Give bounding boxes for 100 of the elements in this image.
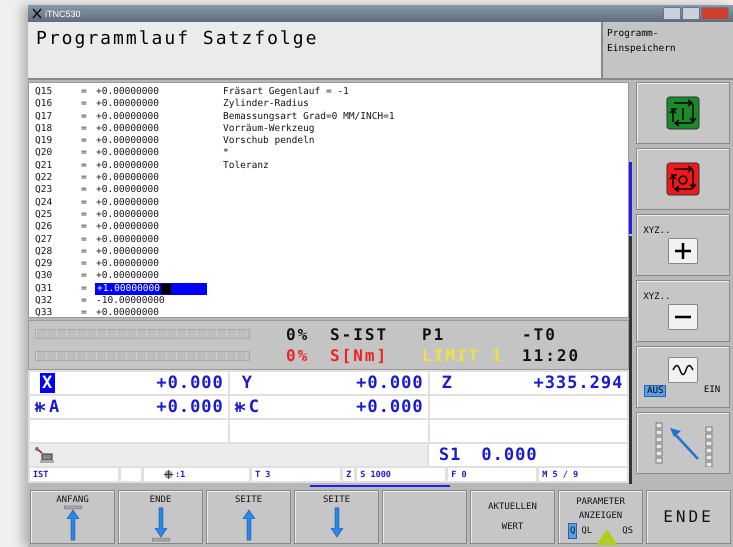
cycle-square-icon — [666, 96, 700, 130]
logo-icon — [32, 8, 42, 19]
toggle-softkey[interactable]: AUS EIN — [636, 346, 730, 408]
equals-sign: = — [81, 258, 88, 270]
status-text: 11:20 — [522, 346, 582, 365]
axis-label: A — [48, 397, 62, 417]
equals-sign: = — [81, 147, 88, 160]
clamp-icon — [34, 401, 46, 413]
parameter-name: Q27 — [35, 234, 54, 246]
softkey-label: XYZ.. — [643, 226, 670, 236]
axis-position: +0.000 — [156, 397, 224, 417]
axis-label: X — [40, 373, 56, 393]
equals-sign: = — [81, 98, 88, 111]
parameter-option[interactable]: Q — [568, 523, 578, 539]
parameter-name: Q23 — [35, 184, 54, 197]
status-text: S[Nm] — [330, 346, 390, 365]
minimize-button[interactable] — [663, 7, 681, 20]
status-text: LIMIT 1 — [422, 346, 504, 365]
spindle-value: 0.000 — [481, 445, 538, 465]
status-text: S-IST — [330, 325, 390, 344]
parameter-value: +0.00000000 — [95, 110, 160, 123]
equals-sign: = — [81, 122, 88, 136]
toggle-option[interactable]: AUS — [644, 385, 666, 397]
toggle-option[interactable]: EIN — [702, 385, 722, 397]
equals-sign: = — [81, 295, 88, 308]
empty-softkey[interactable] — [382, 490, 467, 544]
parameter-value: +0.00000000 — [95, 246, 160, 258]
softkey[interactable]: SEITE — [206, 490, 291, 544]
parameter-value: +0.00000000 — [95, 307, 160, 320]
softkey[interactable]: AKTUELLEN WERT — [470, 490, 555, 544]
parameter-value: +0.00000000 — [95, 196, 160, 209]
status-cell: IST — [30, 468, 118, 481]
parameter-name: Q21 — [35, 160, 54, 172]
status-cell: Z — [343, 468, 354, 481]
axis-minus-softkey[interactable]: XYZ.. — [636, 280, 730, 342]
equals-sign: = — [81, 110, 88, 123]
cycle-softkey[interactable] — [636, 82, 730, 144]
softkey[interactable]: ANFANG — [30, 490, 115, 544]
axis-label: C — [248, 397, 262, 417]
axis-plus-softkey[interactable]: XYZ.. — [636, 214, 730, 276]
parameter-name: Q33 — [35, 307, 54, 320]
equals-sign: = — [81, 160, 88, 172]
parameter-value: +0.00000000 — [95, 147, 160, 160]
equals-sign: = — [81, 270, 88, 283]
equals-sign: = — [81, 135, 88, 148]
mode-title: Programmlauf Satzfolge — [28, 22, 603, 78]
equals-sign: = — [81, 172, 88, 184]
status-text: -T0 — [522, 325, 558, 344]
parameter-name: Q16 — [35, 98, 54, 111]
wave-icon — [668, 357, 698, 383]
parameter-name: Q30 — [35, 270, 54, 283]
softkey[interactable]: PARAMETER ANZEIGEN Q QL QS — [558, 490, 643, 544]
softkey-label: XYZ.. — [643, 292, 670, 302]
up-arrow-icon — [62, 505, 82, 542]
parameter-value: +0.00000000 — [95, 208, 160, 222]
parameter-value[interactable]: +1.00000000 — [95, 282, 207, 296]
parameter-name: Q26 — [35, 221, 54, 234]
status-text: 0% — [286, 346, 310, 365]
window-title: iTNC530 — [45, 8, 81, 18]
parameter-name: Q29 — [35, 258, 54, 270]
equals-sign: = — [81, 184, 88, 197]
maximize-button[interactable] — [682, 7, 700, 20]
parameter-comment: * — [223, 147, 229, 160]
parameter-value: +0.00000000 — [95, 160, 160, 172]
cycle-softkey[interactable] — [636, 148, 730, 210]
down-arrow-icon — [150, 505, 170, 542]
direction-softkey[interactable] — [636, 412, 730, 474]
datum-number: :1 — [175, 470, 186, 480]
parameter-value: +0.00000000 — [95, 135, 160, 148]
parameter-value: +0.00000000 — [95, 122, 160, 136]
parameter-value: +0.00000000 — [95, 270, 160, 283]
parameter-name: Q28 — [35, 246, 54, 258]
softkey[interactable]: SEITE — [294, 490, 379, 544]
parameter-option[interactable]: QL — [581, 524, 592, 538]
equals-sign: = — [81, 208, 88, 222]
parameter-option[interactable]: QS — [622, 524, 634, 538]
parameter-name: Q18 — [35, 122, 54, 136]
plus-icon — [668, 238, 698, 264]
parameter-value: -10.00000000 — [95, 295, 166, 308]
equals-sign: = — [81, 234, 88, 246]
parameter-name: Q17 — [35, 110, 54, 123]
parameter-name: Q22 — [35, 172, 54, 184]
softkey[interactable]: ENDE — [118, 490, 203, 544]
secondary-mode-label: Programm- Einspeichern — [603, 22, 733, 78]
axis-position: +0.000 — [156, 373, 224, 393]
status-cell — [121, 468, 142, 481]
spindle-label: S1 — [438, 445, 462, 465]
status-text: 0% — [286, 325, 310, 344]
end-softkey[interactable]: ENDE — [646, 490, 731, 544]
parameter-name: Q20 — [35, 147, 54, 160]
axis-position: +0.000 — [356, 373, 424, 393]
parameter-comment: Vorschub pendeln — [223, 135, 315, 148]
parameter-value: +0.00000000 — [95, 98, 160, 111]
parameter-name: Q25 — [35, 208, 54, 222]
axis-position: +335.294 — [533, 373, 624, 393]
axis-label: Z — [440, 373, 454, 393]
equals-sign: = — [81, 86, 88, 98]
parameter-value: +0.00000000 — [95, 258, 160, 270]
parameter-value: +0.00000000 — [95, 86, 160, 98]
parameter-name: Q15 — [35, 86, 54, 98]
